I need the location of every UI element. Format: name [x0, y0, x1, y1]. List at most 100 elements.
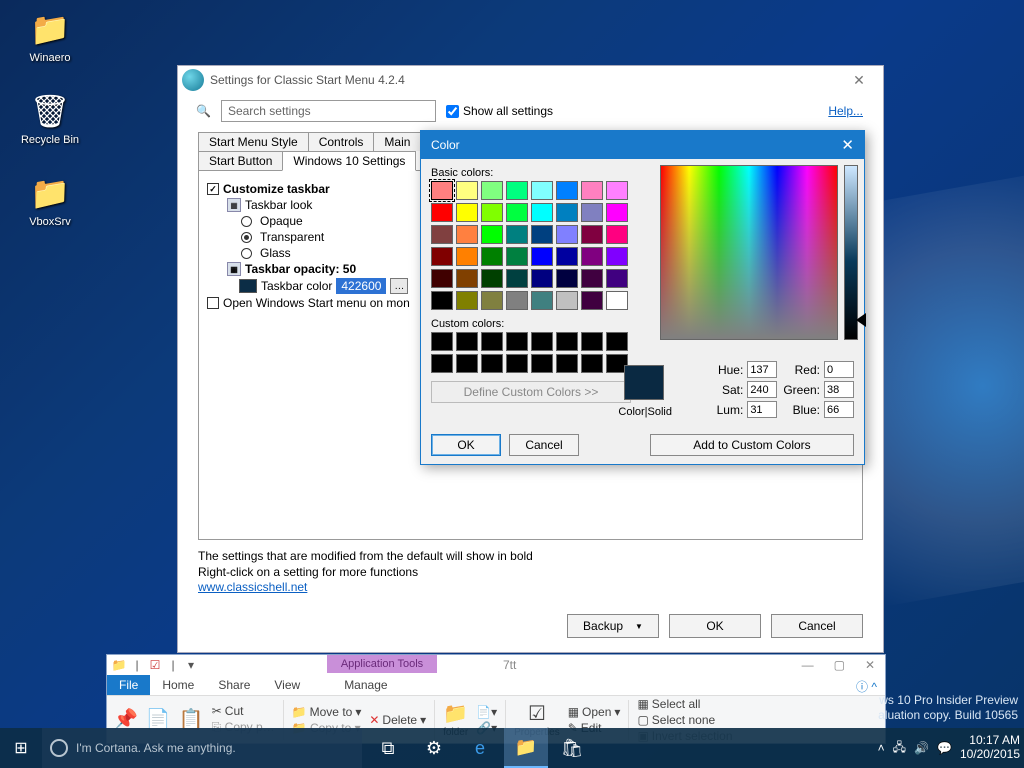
delete-button[interactable]: ✕ Delete ▾ — [369, 713, 426, 727]
custom-color-swatch[interactable] — [456, 354, 478, 373]
basic-color-swatch[interactable] — [506, 247, 528, 266]
basic-color-swatch[interactable] — [481, 247, 503, 266]
basic-color-swatch[interactable] — [606, 247, 628, 266]
move-to-button[interactable]: 📁 Move to ▾ — [292, 705, 362, 719]
color-ok-button[interactable]: OK — [431, 434, 501, 456]
close-icon[interactable]: ✕ — [841, 136, 854, 154]
select-all-button[interactable]: ▦ Select all — [637, 697, 732, 711]
basic-color-swatch[interactable] — [506, 203, 528, 222]
tab-manage[interactable]: Manage — [332, 675, 399, 695]
basic-color-swatch[interactable] — [556, 181, 578, 200]
custom-color-swatch[interactable] — [456, 332, 478, 351]
new-item-button[interactable]: 📄▾ — [476, 705, 497, 719]
basic-color-swatch[interactable] — [456, 225, 478, 244]
taskbar-clock[interactable]: 10:17 AM 10/20/2015 — [960, 734, 1020, 762]
basic-color-swatch[interactable] — [456, 269, 478, 288]
tray-chevron-icon[interactable]: ˄ — [878, 741, 885, 755]
taskbar-app-explorer[interactable]: 📁 — [504, 728, 548, 768]
basic-color-swatch[interactable] — [556, 247, 578, 266]
basic-color-swatch[interactable] — [481, 203, 503, 222]
basic-color-swatch[interactable] — [481, 269, 503, 288]
tab-windows10-settings[interactable]: Windows 10 Settings — [282, 151, 416, 171]
basic-color-swatch[interactable] — [606, 225, 628, 244]
basic-color-swatch[interactable] — [481, 225, 503, 244]
color-dialog-titlebar[interactable]: Color ✕ — [421, 131, 864, 159]
basic-color-swatch[interactable] — [556, 203, 578, 222]
desktop-icon-recycle-bin[interactable]: 🗑 Recycle Bin — [10, 90, 90, 146]
color-cancel-button[interactable]: Cancel — [509, 434, 579, 456]
basic-color-swatch[interactable] — [581, 247, 603, 266]
basic-color-swatch[interactable] — [556, 269, 578, 288]
help-link[interactable]: Help... — [828, 104, 863, 118]
checkbox-icon[interactable]: ✓ — [207, 183, 219, 195]
cut-button[interactable]: ✂ Cut — [212, 704, 275, 718]
minimize-icon[interactable]: — — [792, 658, 824, 672]
basic-color-swatch[interactable] — [531, 269, 553, 288]
taskbar-color-value[interactable]: 422600 — [336, 278, 386, 294]
qat-check-icon[interactable]: ☑ — [147, 657, 163, 673]
color-gradient-picker[interactable] — [660, 165, 838, 340]
start-button[interactable]: ⊞ — [0, 728, 42, 768]
basic-color-swatch[interactable] — [431, 181, 453, 200]
basic-color-swatch[interactable] — [456, 247, 478, 266]
select-none-button[interactable]: ▢ Select none — [637, 713, 732, 727]
show-all-box[interactable] — [446, 105, 459, 118]
task-view-button[interactable]: ⧉ — [366, 728, 410, 768]
cancel-button[interactable]: Cancel — [771, 614, 863, 638]
basic-color-swatch[interactable] — [531, 225, 553, 244]
tab-start-menu-style[interactable]: Start Menu Style — [198, 132, 309, 151]
basic-color-swatch[interactable] — [531, 181, 553, 200]
show-all-checkbox[interactable]: Show all settings — [446, 104, 553, 118]
luminance-arrow-icon[interactable] — [856, 313, 866, 327]
tray-network-icon[interactable]: 🖧 — [893, 738, 906, 759]
custom-color-swatch[interactable] — [481, 354, 503, 373]
blue-input[interactable] — [824, 401, 854, 418]
custom-color-swatch[interactable] — [556, 332, 578, 351]
maximize-icon[interactable]: ▢ — [824, 658, 855, 672]
search-input[interactable]: Search settings — [221, 100, 436, 122]
custom-color-swatch[interactable] — [506, 332, 528, 351]
basic-color-swatch[interactable] — [531, 247, 553, 266]
basic-color-swatch[interactable] — [481, 181, 503, 200]
basic-color-swatch[interactable] — [506, 225, 528, 244]
basic-color-swatch[interactable] — [431, 269, 453, 288]
basic-color-swatch[interactable] — [506, 291, 528, 310]
red-input[interactable] — [824, 361, 854, 378]
basic-color-swatch[interactable] — [606, 269, 628, 288]
basic-color-swatch[interactable] — [456, 203, 478, 222]
custom-color-swatch[interactable] — [581, 354, 603, 373]
tab-share[interactable]: Share — [206, 675, 262, 695]
basic-color-swatch[interactable] — [581, 291, 603, 310]
basic-color-swatch[interactable] — [531, 291, 553, 310]
tab-controls[interactable]: Controls — [308, 132, 375, 151]
lum-input[interactable] — [747, 401, 777, 418]
custom-color-swatch[interactable] — [531, 354, 553, 373]
folder-icon[interactable]: 📁 — [111, 657, 127, 673]
custom-color-swatch[interactable] — [581, 332, 603, 351]
ok-button[interactable]: OK — [669, 614, 761, 638]
checkbox-icon[interactable] — [207, 297, 219, 309]
basic-color-swatch[interactable] — [581, 269, 603, 288]
tab-file[interactable]: File — [107, 675, 150, 695]
basic-color-swatch[interactable] — [606, 203, 628, 222]
website-link[interactable]: www.classicshell.net — [198, 580, 307, 594]
basic-color-swatch[interactable] — [581, 225, 603, 244]
basic-color-swatch[interactable] — [431, 203, 453, 222]
taskbar-app-settings[interactable]: ⚙ — [412, 728, 456, 768]
custom-color-swatch[interactable] — [606, 332, 628, 351]
tray-notifications-icon[interactable]: 💬 — [937, 741, 952, 755]
open-button[interactable]: ▦ Open ▾ — [568, 705, 621, 719]
basic-color-swatch[interactable] — [456, 181, 478, 200]
tab-start-button[interactable]: Start Button — [198, 151, 283, 171]
tab-home[interactable]: Home — [150, 675, 206, 695]
basic-color-swatch[interactable] — [581, 181, 603, 200]
custom-color-swatch[interactable] — [556, 354, 578, 373]
basic-color-swatch[interactable] — [606, 181, 628, 200]
tab-view[interactable]: View — [262, 675, 312, 695]
taskbar-app-edge[interactable]: e — [458, 728, 502, 768]
cortana-search[interactable]: I'm Cortana. Ask me anything. — [42, 728, 362, 768]
custom-color-swatch[interactable] — [431, 332, 453, 351]
custom-color-swatch[interactable] — [481, 332, 503, 351]
basic-color-swatch[interactable] — [506, 181, 528, 200]
tab-main[interactable]: Main — [373, 132, 421, 151]
